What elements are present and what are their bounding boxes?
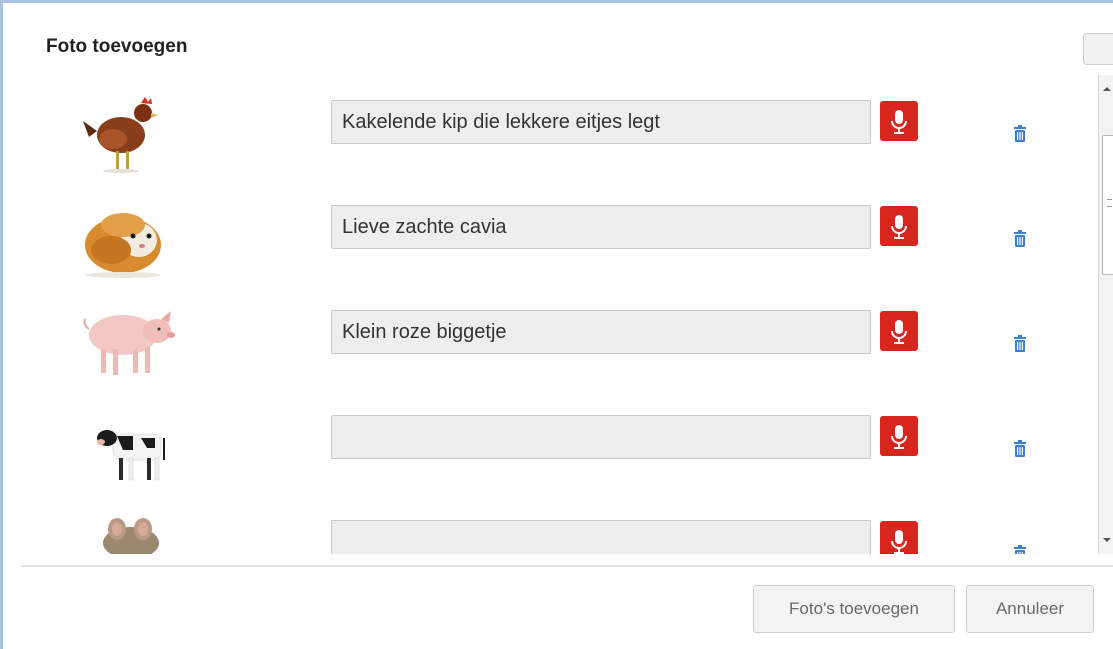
caption-input[interactable] (331, 520, 871, 554)
list-scrollbar[interactable] (1098, 75, 1113, 554)
trash-icon (1014, 125, 1026, 142)
trash-icon (1014, 335, 1026, 352)
delete-button[interactable] (1013, 230, 1027, 248)
scroll-up-arrow-icon[interactable] (1103, 87, 1111, 91)
microphone-icon (891, 425, 907, 449)
piglet-photo (61, 285, 191, 390)
microphone-icon (891, 215, 907, 239)
photo-row (21, 495, 1099, 554)
microphone-icon (891, 530, 907, 554)
caption-input[interactable] (331, 415, 871, 459)
chicken-photo (61, 75, 191, 180)
add-photos-button[interactable]: Foto's toevoegen (753, 585, 955, 633)
record-button[interactable] (880, 311, 918, 351)
cancel-button[interactable]: Annuleer (966, 585, 1094, 633)
photo-row (21, 285, 1099, 390)
trash-icon (1014, 545, 1026, 554)
photo-list (21, 75, 1099, 554)
delete-button[interactable] (1013, 440, 1027, 458)
trash-icon (1014, 440, 1026, 457)
footer-divider (21, 565, 1113, 567)
mouse-photo (61, 495, 191, 554)
add-photo-dialog: Foto toevoegen x (0, 0, 1113, 649)
cow-photo (61, 390, 191, 495)
record-button[interactable] (880, 416, 918, 456)
guinea-pig-photo (61, 180, 191, 285)
scroll-thumb[interactable] (1102, 135, 1113, 275)
trash-icon (1014, 230, 1026, 247)
scroll-down-arrow-icon[interactable] (1103, 538, 1111, 542)
record-button[interactable] (880, 521, 918, 554)
caption-input[interactable] (331, 205, 871, 249)
close-button[interactable]: x (1083, 33, 1113, 65)
delete-button[interactable] (1013, 125, 1027, 143)
photo-row (21, 390, 1099, 495)
grip-icon (1107, 199, 1112, 207)
caption-input[interactable] (331, 100, 871, 144)
record-button[interactable] (880, 101, 918, 141)
microphone-icon (891, 320, 907, 344)
delete-button[interactable] (1013, 545, 1027, 554)
delete-button[interactable] (1013, 335, 1027, 353)
record-button[interactable] (880, 206, 918, 246)
dialog-title: Foto toevoegen (46, 36, 188, 57)
caption-input[interactable] (331, 310, 871, 354)
microphone-icon (891, 110, 907, 134)
photo-row (21, 75, 1099, 180)
photo-row (21, 180, 1099, 285)
